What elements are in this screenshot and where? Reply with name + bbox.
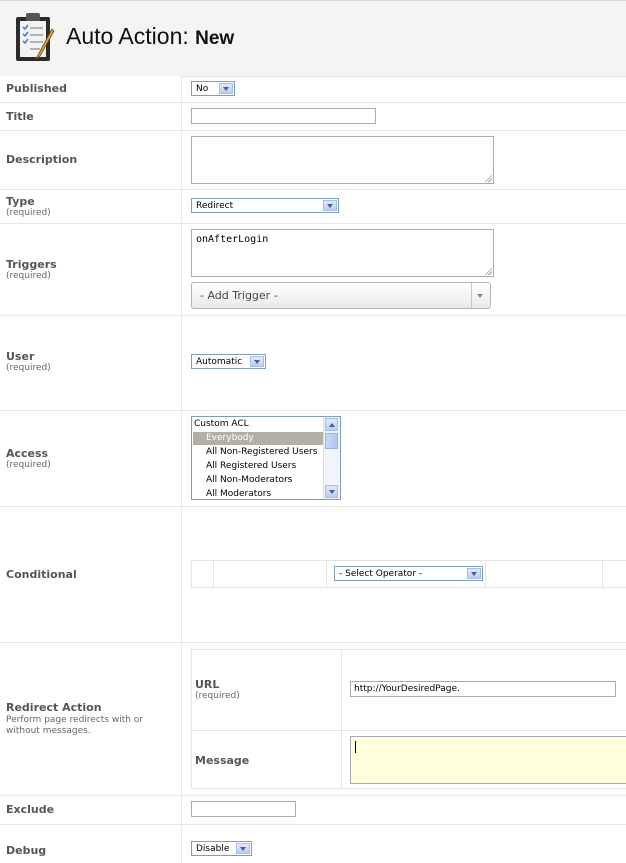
row-redirect-action: Redirect Action Perform page redirects w… (0, 643, 626, 796)
chevron-down-icon (250, 356, 264, 367)
type-label: Type (6, 195, 35, 208)
scroll-thumb[interactable] (325, 433, 338, 449)
page-title: Auto Action: New (66, 23, 235, 49)
access-label: Access (6, 447, 49, 460)
list-item[interactable]: All Moderators (206, 489, 271, 499)
row-type: Type (required) Redirect (0, 190, 626, 224)
message-textarea[interactable] (350, 736, 626, 784)
exclude-input[interactable] (191, 801, 296, 817)
redirect-action-desc-2: without messages. (6, 726, 91, 736)
published-label: Published (6, 82, 68, 95)
resize-grip-icon[interactable] (484, 174, 492, 182)
row-title: Title (0, 103, 626, 131)
title-label: Title (6, 110, 34, 123)
user-label: User (6, 350, 35, 363)
scroll-up-icon[interactable] (325, 418, 338, 431)
triggers-textarea[interactable]: onAfterLogin (191, 229, 494, 277)
page-subtitle: New (195, 28, 235, 49)
listbox-scrollbar[interactable] (323, 417, 340, 499)
row-description: Description (0, 131, 626, 190)
page-header: Auto Action: New (0, 0, 626, 77)
message-label: Message (195, 754, 250, 767)
chevron-down-icon (236, 843, 250, 854)
row-user: User (required) Automatic (0, 316, 626, 411)
type-required: (required) (6, 208, 51, 218)
conditional-label: Conditional (6, 568, 77, 581)
row-published: Published No (0, 76, 626, 103)
chevron-down-icon (471, 283, 490, 308)
text-cursor (355, 741, 356, 753)
access-required: (required) (6, 460, 51, 470)
list-item[interactable]: Custom ACL (194, 419, 249, 429)
row-conditional: Conditional - Select Operator - (0, 507, 626, 643)
list-item[interactable]: All Non-Moderators (206, 475, 292, 485)
chevron-down-icon (467, 568, 481, 579)
redirect-action-label: Redirect Action (6, 701, 102, 714)
row-debug: Debug Disable (0, 825, 626, 863)
url-label: URL (195, 678, 220, 691)
triggers-required: (required) (6, 271, 51, 281)
access-listbox[interactable]: Custom ACL Everybody All Non-Registered … (191, 416, 341, 500)
clipboard-checklist-icon (16, 13, 55, 61)
list-item[interactable]: All Registered Users (206, 461, 296, 471)
chevron-down-icon (219, 83, 233, 94)
url-input[interactable]: http://YourDesiredPage. (350, 681, 616, 697)
triggers-value: onAfterLogin (196, 234, 269, 245)
description-textarea[interactable] (191, 136, 494, 184)
debug-label: Debug (6, 844, 47, 857)
user-required: (required) (6, 363, 51, 373)
chevron-down-icon (323, 200, 337, 211)
row-triggers: Triggers (required) onAfterLogin - Add T… (0, 224, 626, 316)
published-select[interactable]: No (191, 81, 235, 96)
exclude-label: Exclude (6, 803, 55, 816)
url-required: (required) (195, 691, 240, 701)
operator-select[interactable]: - Select Operator - (334, 566, 483, 581)
scroll-down-icon[interactable] (325, 485, 338, 498)
add-trigger-select[interactable]: - Add Trigger - (191, 282, 491, 309)
redirect-action-desc-1: Perform page redirects with or (6, 715, 144, 725)
list-item[interactable]: All Non-Registered Users (206, 447, 317, 457)
list-item-selected[interactable]: Everybody (193, 432, 323, 445)
row-access: Access (required) Custom ACL Everybody A… (0, 411, 626, 507)
row-exclude: Exclude (0, 796, 626, 825)
type-select[interactable]: Redirect (191, 198, 339, 213)
title-input[interactable] (191, 108, 376, 124)
debug-select[interactable]: Disable (191, 841, 252, 856)
description-label: Description (6, 153, 78, 166)
triggers-label: Triggers (6, 258, 57, 271)
user-select[interactable]: Automatic (191, 354, 266, 369)
resize-grip-icon[interactable] (484, 267, 492, 275)
